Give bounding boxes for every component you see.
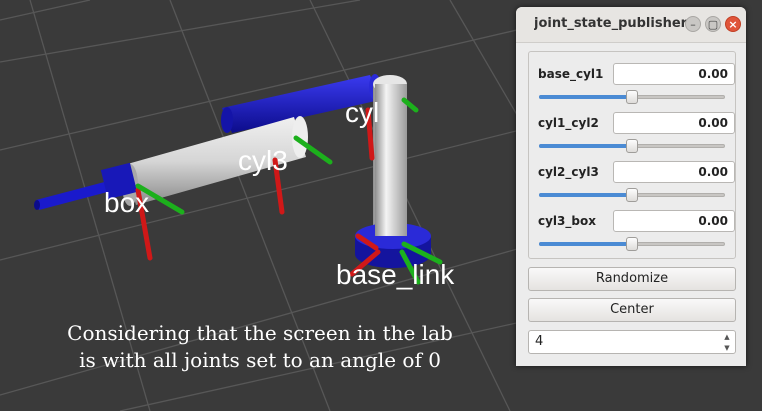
window-titlebar[interactable]: joint_state_publisher – ▢ × (516, 7, 746, 43)
slider-fill (539, 144, 632, 148)
caption-line-2: is with all joints set to an angle of 0 (79, 348, 441, 372)
slider-fill (539, 193, 632, 197)
spinbox-value: 4 (535, 334, 544, 349)
joint-value-cyl2-cyl3[interactable]: 0.00 (613, 161, 735, 183)
joint-label-cyl2-cyl3: cyl2_cyl3 (538, 165, 599, 179)
joint-slider-cyl3-box[interactable] (539, 237, 725, 251)
joint-value-base-cyl1[interactable]: 0.00 (613, 63, 735, 85)
joint-value-cyl1-cyl2[interactable]: 0.00 (613, 112, 735, 134)
window-title: joint_state_publisher (534, 16, 688, 31)
joint-slider-base-cyl1[interactable] (539, 90, 725, 104)
joint-label-base-cyl1: base_cyl1 (538, 67, 604, 81)
frame-label-base-link: base_link (336, 259, 455, 290)
row-count-spinbox[interactable]: 4 ▲ ▼ (528, 330, 736, 354)
slider-handle[interactable] (626, 237, 638, 251)
randomize-button[interactable]: Randomize (528, 267, 736, 291)
slider-handle[interactable] (626, 90, 638, 104)
joint-slider-cyl1-cyl2[interactable] (539, 139, 725, 153)
close-button[interactable]: × (725, 16, 741, 32)
joint-state-publisher-window: joint_state_publisher – ▢ × base_cyl1 0.… (516, 7, 746, 366)
minimize-button[interactable]: – (685, 16, 701, 32)
maximize-button[interactable]: ▢ (705, 16, 721, 32)
caption-line-1: Considering that the screen in the lab (67, 321, 453, 345)
slider-fill (539, 95, 632, 99)
box-rod (34, 180, 115, 210)
frame-label-cyl3: cyl3 (238, 145, 288, 176)
spin-down-icon[interactable]: ▼ (722, 343, 732, 353)
slider-handle[interactable] (626, 139, 638, 153)
slider-handle[interactable] (626, 188, 638, 202)
center-button[interactable]: Center (528, 298, 736, 322)
frame-label-box: box (104, 187, 149, 218)
caption: Considering that the screen in the lab i… (0, 320, 520, 374)
joint-label-cyl1-cyl2: cyl1_cyl2 (538, 116, 599, 130)
joint-slider-cyl2-cyl3[interactable] (539, 188, 725, 202)
spin-up-icon[interactable]: ▲ (722, 332, 732, 342)
frame-label-cyl: cyl (345, 97, 379, 128)
joint-value-cyl3-box[interactable]: 0.00 (613, 210, 735, 232)
joints-group: base_cyl1 0.00 cyl1_cyl2 0.00 cyl2_cyl3 … (528, 51, 736, 259)
joint-label-cyl3-box: cyl3_box (538, 214, 596, 228)
slider-fill (539, 242, 632, 246)
